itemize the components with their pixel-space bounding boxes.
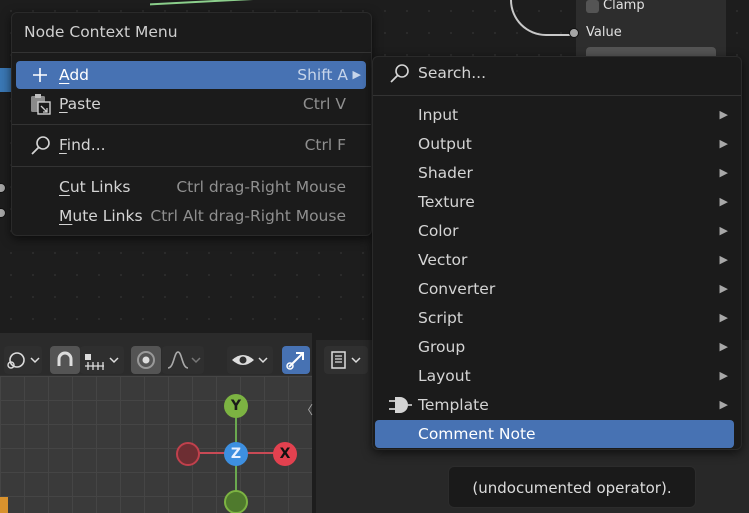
- submenu-item-label: Converter: [418, 280, 496, 298]
- falloff-curve-icon: [167, 351, 201, 369]
- plugin-icon: [387, 391, 413, 419]
- menu-item-shortcut: Ctrl V: [302, 95, 346, 113]
- submenu-item-label: Script: [418, 309, 463, 327]
- sidebar-collapse-icon[interactable]: 〈: [301, 401, 313, 418]
- submenu-arrow-icon: ▶: [352, 68, 361, 81]
- submenu-item-label: Output: [418, 135, 472, 153]
- submenu-item-label: Layout: [418, 367, 471, 385]
- visibility-dropdown[interactable]: [227, 346, 273, 374]
- menu-title: Node Context Menu: [24, 23, 178, 41]
- submenu-item-label: Template: [418, 396, 489, 414]
- proportional-edit-toggle[interactable]: [131, 346, 161, 374]
- menu-item-shortcut: Shift A: [297, 66, 348, 84]
- tooltip: (undocumented operator).: [448, 466, 696, 508]
- snap-increment-icon: [85, 354, 119, 370]
- submenu-item-label: Comment Note: [418, 425, 536, 443]
- paste-icon: [28, 90, 54, 118]
- clamp-label: Clamp: [603, 0, 645, 13]
- submenu-item-converter[interactable]: Converter ▶: [375, 275, 734, 303]
- submenu-arrow-icon: ▶: [719, 340, 728, 353]
- menu-item-label: Paste: [59, 95, 101, 113]
- pivot-icon: [7, 352, 40, 369]
- gizmo-neg-x-button[interactable]: [176, 442, 200, 466]
- submenu-item-label: Texture: [418, 193, 475, 211]
- selected-object-edge: [0, 497, 8, 513]
- submenu-item-color[interactable]: Color ▶: [375, 217, 734, 245]
- menu-divider: [12, 52, 371, 53]
- eye-icon: [232, 355, 268, 365]
- submenu-item-template[interactable]: Template ▶: [375, 391, 734, 419]
- plus-icon: [28, 61, 54, 89]
- menu-item-label: Cut Links: [59, 178, 131, 196]
- submenu-item-output[interactable]: Output ▶: [375, 130, 734, 158]
- submenu-item-comment-note[interactable]: Comment Note: [375, 420, 734, 448]
- submenu-arrow-icon: ▶: [719, 137, 728, 150]
- magnet-icon: [57, 351, 73, 366]
- submenu-arrow-icon: ▶: [719, 108, 728, 121]
- gizmo-x-button[interactable]: X: [273, 442, 297, 466]
- gizmo-icon: [286, 352, 304, 370]
- menu-item-find[interactable]: Find... Ctrl F: [16, 131, 366, 159]
- menu-item-mute-links[interactable]: Mute Links Ctrl Alt drag-Right Mouse: [16, 202, 366, 230]
- submenu-item-label: Vector: [418, 251, 468, 269]
- search-icon: [28, 131, 54, 159]
- menu-item-paste[interactable]: Paste Ctrl V: [16, 90, 366, 118]
- submenu-arrow-icon: ▶: [719, 282, 728, 295]
- search-icon: [387, 59, 413, 87]
- gizmo-toggle[interactable]: [282, 346, 310, 374]
- submenu-item-group[interactable]: Group ▶: [375, 333, 734, 361]
- submenu-item-label: Shader: [418, 164, 473, 182]
- snap-toggle[interactable]: [50, 346, 80, 374]
- submenu-item-layout[interactable]: Layout ▶: [375, 362, 734, 390]
- submenu-item-vector[interactable]: Vector ▶: [375, 246, 734, 274]
- submenu-item-texture[interactable]: Texture ▶: [375, 188, 734, 216]
- submenu-item-label: Input: [418, 106, 459, 124]
- pivot-point-button[interactable]: [4, 346, 42, 374]
- menu-item-shortcut: Ctrl Alt drag-Right Mouse: [150, 207, 346, 225]
- submenu-item-label: Color: [418, 222, 459, 240]
- menu-item-cut-links[interactable]: Cut Links Ctrl drag-Right Mouse: [16, 173, 366, 201]
- menu-item-shortcut: Ctrl F: [304, 136, 346, 154]
- menu-item-label: Mute Links: [59, 207, 143, 225]
- menu-divider: [12, 166, 371, 167]
- submenu-arrow-icon: ▶: [719, 369, 728, 382]
- menu-item-shortcut: Ctrl drag-Right Mouse: [176, 178, 346, 196]
- submenu-item-input[interactable]: Input ▶: [375, 101, 734, 129]
- submenu-search[interactable]: Search...: [375, 59, 734, 87]
- value-label: Value: [586, 25, 622, 40]
- submenu-arrow-icon: ▶: [719, 311, 728, 324]
- menu-divider: [12, 124, 371, 125]
- gizmo-z-button[interactable]: Z: [224, 442, 248, 466]
- submenu-arrow-icon: ▶: [719, 398, 728, 411]
- gizmo-y-button[interactable]: Y: [224, 394, 248, 418]
- menu-item-label: Add: [59, 66, 90, 84]
- gizmo-neg-y-button[interactable]: [224, 490, 248, 513]
- submenu-item-script[interactable]: Script ▶: [375, 304, 734, 332]
- menu-divider: [373, 95, 741, 96]
- submenu-arrow-icon: ▶: [719, 166, 728, 179]
- submenu-item-shader[interactable]: Shader ▶: [375, 159, 734, 187]
- editor-type-dropdown[interactable]: [324, 346, 368, 374]
- submenu-arrow-icon: ▶: [719, 195, 728, 208]
- submenu-arrow-icon: ▶: [719, 253, 728, 266]
- menu-item-label: Find...: [59, 136, 106, 154]
- text-editor-icon: [331, 351, 361, 369]
- value-socket[interactable]: [569, 28, 579, 38]
- snap-target-dropdown[interactable]: [80, 346, 124, 374]
- viewport-grid[interactable]: [0, 376, 312, 513]
- falloff-dropdown[interactable]: [162, 346, 204, 374]
- menu-item-add[interactable]: Add Shift A ▶: [16, 61, 366, 89]
- clamp-checkbox[interactable]: [586, 0, 599, 13]
- submenu-item-label: Group: [418, 338, 466, 356]
- search-label: Search...: [418, 64, 487, 82]
- proportional-edit-icon: [137, 351, 155, 369]
- submenu-arrow-icon: ▶: [719, 224, 728, 237]
